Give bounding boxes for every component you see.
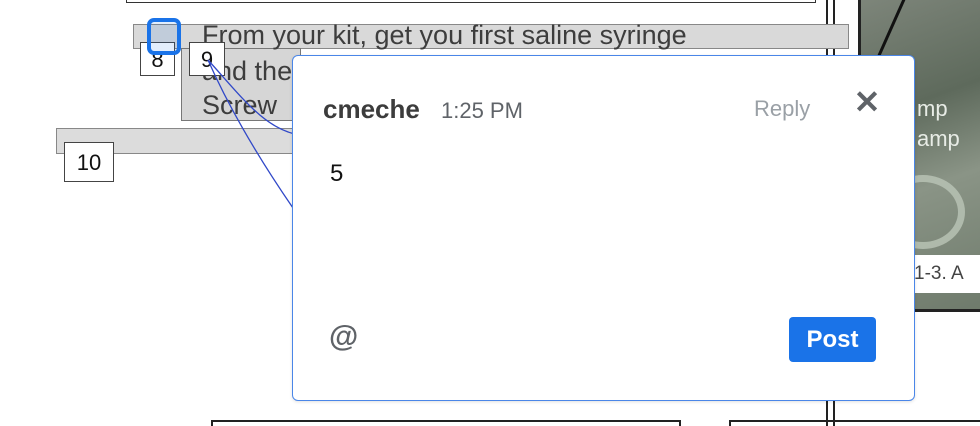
comment-text[interactable]: 5 [330, 160, 343, 188]
post-button[interactable]: Post [789, 317, 876, 362]
photo-overlay-text: mp [917, 96, 948, 121]
comment-popup: cmeche 1:25 PM Reply ✕ 5 @ Post [292, 55, 915, 401]
step-marker-10[interactable]: 10 [64, 142, 114, 182]
comment-timestamp: 1:25 PM [441, 98, 523, 123]
page-bottom-edge [729, 420, 980, 426]
mention-icon[interactable]: @ [329, 320, 358, 354]
figure-caption: 1-3. A [914, 263, 964, 284]
photo-overlay-text: amp [917, 126, 960, 151]
page-top-edge [126, 0, 816, 3]
instruction-text: From your kit, get you first saline syri… [202, 20, 687, 50]
close-icon[interactable]: ✕ [853, 86, 881, 118]
step-marker-9[interactable]: 9 [189, 42, 225, 76]
caption-strip: 1-3. A [911, 255, 980, 293]
instruction-text: Screw [202, 90, 278, 120]
comment-author: cmeche [323, 94, 420, 124]
page-bottom-edge [211, 420, 681, 426]
selection-handle[interactable] [147, 18, 181, 55]
reply-button[interactable]: Reply [754, 96, 810, 122]
